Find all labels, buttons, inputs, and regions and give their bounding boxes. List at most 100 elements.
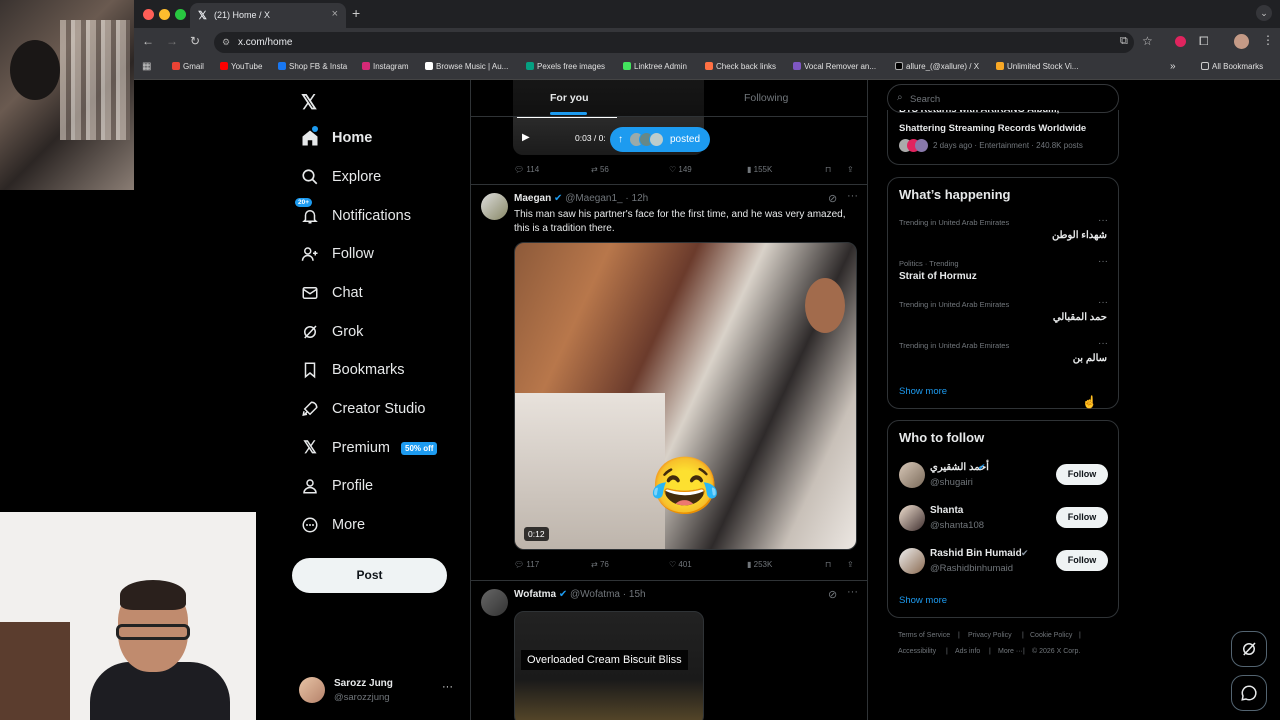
avatar[interactable] [481,193,508,220]
footer-link[interactable]: Privacy Policy [968,632,1012,639]
new-posts-pill[interactable]: ↑ posted [610,127,711,152]
show-more-link[interactable]: Show more [899,386,947,397]
address-bar[interactable]: ⚙ x.com/home [214,32,1134,53]
nav-explore[interactable]: Explore [300,162,381,192]
nav-home[interactable]: Home [300,123,372,153]
bookmark-icon[interactable]: ⊓ [825,165,831,174]
more-dots-icon[interactable]: ··· [1098,256,1108,267]
nav-more[interactable]: More [300,510,365,540]
author-handle[interactable]: @Maegan1_ [565,193,622,204]
like-button[interactable]: ♡ 149 [669,165,692,174]
more-dots-icon[interactable]: ··· [847,190,858,202]
reply-button[interactable]: 💬︎ 114 [514,165,539,174]
footer-link[interactable]: Accessibility [898,648,936,655]
bookmark-instagram[interactable]: Instagram [362,62,409,71]
follow-suggestion[interactable]: Rashid Bin Humaid ✔ @Rashidbinhumaid Fol… [888,545,1118,579]
post-media[interactable]: Overloaded Cream Biscuit Bliss [514,611,704,720]
x-logo-icon[interactable]: 𝕏 [301,90,317,115]
extension-icon[interactable] [1175,36,1186,47]
browser-profile-avatar[interactable] [1234,34,1249,49]
show-more-link[interactable]: Show more [899,595,947,606]
nav-grok[interactable]: Grok [300,317,363,347]
nav-creator-studio[interactable]: Creator Studio [300,394,426,424]
browser-menu-icon[interactable]: ⋮ [1262,33,1274,47]
new-tab-button[interactable]: + [352,5,360,21]
more-dots-icon[interactable]: ··· [1098,215,1108,226]
trend-item[interactable]: Trending in United Arab Emirates ··· شهد… [888,215,1118,253]
repost-button[interactable]: ⇄ 76 [591,560,609,569]
nav-follow[interactable]: Follow [300,239,374,269]
all-bookmarks-folder[interactable]: All Bookmarks [1201,62,1263,71]
close-tab-icon[interactable]: × [332,8,338,20]
install-app-icon[interactable]: ⧉ [1120,35,1128,48]
trend-item[interactable]: Politics · Trending ··· Strait of Hormuz [888,256,1118,294]
bookmark-linktree[interactable]: Linktree Admin [623,62,687,71]
bookmark-browse-music[interactable]: Browse Music | Au... [425,62,508,71]
author-name[interactable]: Maegan [514,193,551,204]
nav-bookmarks[interactable]: Bookmarks [300,355,405,385]
star-bookmark-icon[interactable]: ☆ [1142,34,1153,48]
like-button[interactable]: ♡ 401 [669,560,692,569]
bookmark-gmail[interactable]: Gmail [172,62,204,71]
trend-item[interactable]: Trending in United Arab Emirates ··· حمد… [888,297,1118,335]
news-card[interactable]: BTS Returns with ARIRANG Album, Shatteri… [887,110,1119,165]
maximize-window-button[interactable] [175,9,186,20]
nav-profile[interactable]: Profile [300,471,373,501]
follow-button[interactable]: Follow [1056,464,1108,485]
footer-link[interactable]: Ads info [955,648,980,655]
bookmark-allure[interactable]: allure_(@xallure) / X [895,62,979,71]
post-button[interactable]: Post [292,558,447,593]
footer-link[interactable]: Cookie Policy [1030,632,1072,639]
author-name[interactable]: Wofatma [514,589,556,600]
share-icon[interactable]: ⇪ [847,165,854,174]
more-dots-icon[interactable]: ··· [1098,338,1108,349]
bookmark-check-back-links[interactable]: Check back links [705,62,776,71]
nav-notifications[interactable]: Notifications 20+ [295,198,411,231]
bookmark-vocal-remover[interactable]: Vocal Remover an... [793,62,876,71]
bookmark-icon[interactable]: ⊓ [825,560,831,569]
post-video[interactable]: 😂 0:12 [514,242,857,550]
bookmark-pexels[interactable]: Pexels free images [526,62,605,71]
play-icon[interactable]: ▶ [522,132,530,143]
extensions-puzzle-icon[interactable]: ⧠ [1199,34,1209,49]
follow-suggestion[interactable]: Shanta @shanta108 Follow [888,502,1118,536]
account-switcher[interactable]: Sarozz Jung @sarozzjung ··· [299,675,459,705]
follow-button[interactable]: Follow [1056,507,1108,528]
bookmark-unlimited-stock[interactable]: Unlimited Stock Vi... [996,62,1078,71]
reply-button[interactable]: 💬︎ 117 [514,560,539,569]
views-button[interactable]: ▮ 155K [747,165,772,174]
back-arrow-icon[interactable]: ← [142,34,154,48]
nav-premium[interactable]: 𝕏 Premium 50% off [300,433,438,463]
chat-fab[interactable] [1231,675,1267,711]
more-dots-icon[interactable]: ··· [847,586,858,598]
tab-following[interactable]: Following [744,92,788,104]
bookmark-shop[interactable]: Shop FB & Insta [278,62,347,71]
minimize-window-button[interactable] [159,9,170,20]
close-window-button[interactable] [143,9,154,20]
follow-button[interactable]: Follow [1056,550,1108,571]
share-icon[interactable]: ⇪ [847,560,854,569]
apps-grid-icon[interactable]: ▦ [142,61,151,72]
forward-arrow-icon[interactable]: → [166,34,178,48]
search-input[interactable]: ⌕ Search [887,84,1119,113]
tab-for-you[interactable]: For you [550,92,589,104]
reload-icon[interactable]: ↻ [190,34,200,48]
post-time[interactable]: 12h [632,193,649,204]
tab-search-icon[interactable]: ⌄ [1256,5,1272,21]
footer-link[interactable]: Terms of Service [898,632,950,639]
bookmark-youtube[interactable]: YouTube [220,62,262,71]
author-handle[interactable]: @Wofatma [570,589,620,600]
browser-tab[interactable]: 𝕏 (21) Home / X × [190,3,346,28]
more-dots-icon[interactable]: ··· [1098,297,1108,308]
repost-button[interactable]: ⇄ 56 [591,165,609,174]
footer-link[interactable]: More ··· [998,648,1023,655]
trend-item[interactable]: Trending in United Arab Emirates ··· سال… [888,338,1118,376]
avatar[interactable] [481,589,508,616]
nav-chat[interactable]: Chat [300,278,363,308]
more-bookmarks-icon[interactable]: » [1170,61,1176,72]
grok-icon[interactable]: ⊘ [828,588,837,601]
grok-fab[interactable] [1231,631,1267,667]
grok-icon[interactable]: ⊘ [828,192,837,205]
site-info-icon[interactable]: ⚙ [222,37,230,48]
follow-suggestion[interactable]: أحمد الشقيري ✔ @shugairi Follow [888,459,1118,493]
